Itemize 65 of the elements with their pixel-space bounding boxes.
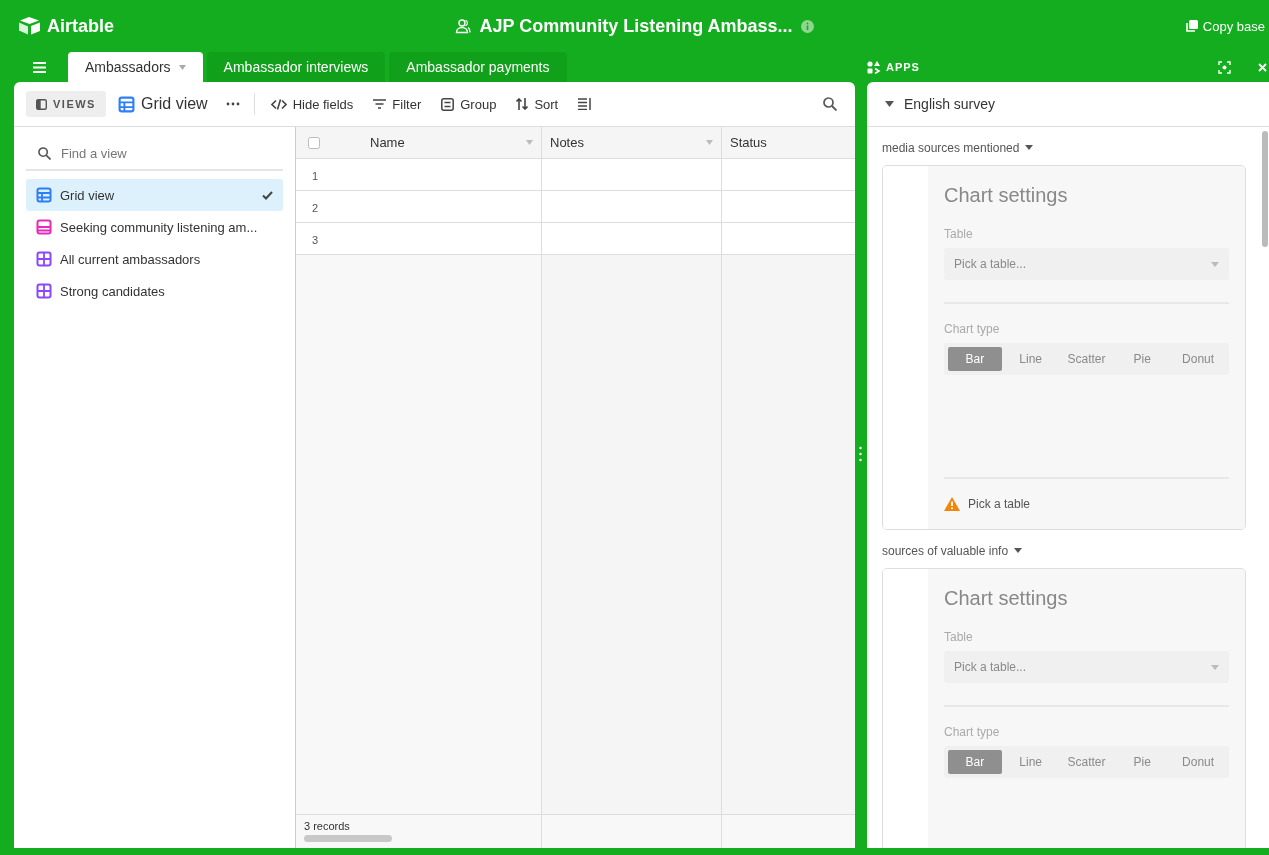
column-header[interactable]: Status (722, 127, 855, 158)
checkbox-icon[interactable] (308, 136, 320, 149)
checkmark-icon (262, 190, 273, 200)
chart-settings-heading: Chart settings (944, 587, 1069, 610)
warning-text: Pick a table (968, 497, 1031, 511)
view-list-item[interactable]: Grid view (26, 179, 283, 211)
resize-handle-icon[interactable] (859, 446, 862, 462)
apps-icon (867, 60, 881, 74)
app-logo-text: Airtable (47, 15, 115, 37)
row-number: 1 (311, 169, 320, 184)
filter-icon (373, 99, 387, 109)
row-height-icon[interactable] (578, 98, 593, 110)
warning-icon (944, 497, 960, 511)
close-icon[interactable] (1258, 62, 1267, 72)
find-view-field[interactable]: Find a view (59, 144, 259, 162)
table-tab[interactable]: Ambassador interviews (206, 52, 386, 82)
copy-icon (1185, 20, 1198, 32)
chart-type-label: Chart type (944, 725, 1001, 739)
view-list-item[interactable]: All current ambassadors (26, 243, 283, 275)
chart-type-label: Chart type (944, 322, 1001, 336)
caret-icon[interactable] (1025, 145, 1034, 151)
apps-label: APPS (886, 61, 920, 73)
table-label: Table (944, 227, 974, 241)
app-header[interactable]: English survey (867, 82, 1269, 127)
chart-settings-heading: Chart settings (944, 184, 1069, 207)
menu-icon[interactable] (32, 61, 46, 73)
caret-icon[interactable] (1014, 548, 1023, 554)
column-header[interactable]: Name (296, 127, 542, 158)
row-number: 2 (311, 201, 320, 216)
search-icon (38, 146, 51, 160)
view-list-item[interactable]: Seeking community listening am... (26, 211, 283, 243)
more-dots-icon[interactable] (225, 102, 240, 106)
search-icon[interactable] (823, 97, 837, 111)
views-toggle-button[interactable]: VIEWS (26, 91, 106, 117)
sidebar-toggle-icon (36, 98, 47, 110)
caret-icon (1211, 261, 1219, 267)
table-tab[interactable]: Ambassador payments (389, 52, 567, 82)
info-icon[interactable] (800, 19, 814, 33)
filter-button[interactable]: Filter (365, 91, 430, 117)
table-tab[interactable]: Ambassadors (68, 52, 203, 82)
view-list-item[interactable]: Strong candidates (26, 275, 283, 307)
caret-icon (1211, 664, 1219, 670)
app-block-title[interactable]: sources of valuable info (882, 544, 1009, 558)
group-button[interactable]: Group (433, 91, 505, 117)
table-label: Table (944, 630, 974, 644)
record-count: 3 records (304, 820, 351, 832)
view-switcher-button[interactable]: Grid view (109, 90, 216, 118)
hide-fields-button[interactable]: Hide fields (262, 91, 362, 117)
sort-arrows-icon (516, 98, 529, 110)
group-icon (441, 97, 455, 111)
code-brackets-icon (270, 98, 287, 110)
box-logo-icon (18, 16, 42, 36)
fullscreen-icon[interactable] (1218, 60, 1231, 74)
users-icon (455, 18, 472, 34)
chart-type-option[interactable]: Bar (948, 347, 1002, 371)
horizontal-scrollbar[interactable] (304, 835, 392, 842)
chart-type-option[interactable]: Bar (948, 750, 1002, 774)
app-block-title[interactable]: media sources mentioned (882, 141, 1020, 155)
vertical-scrollbar[interactable] (1262, 131, 1268, 247)
caret-icon (885, 101, 894, 107)
grid-view-icon (117, 95, 135, 113)
column-header[interactable]: Notes (542, 127, 722, 158)
sort-button[interactable]: Sort (508, 91, 567, 117)
caret-icon (178, 64, 186, 70)
row-number: 3 (311, 233, 320, 248)
